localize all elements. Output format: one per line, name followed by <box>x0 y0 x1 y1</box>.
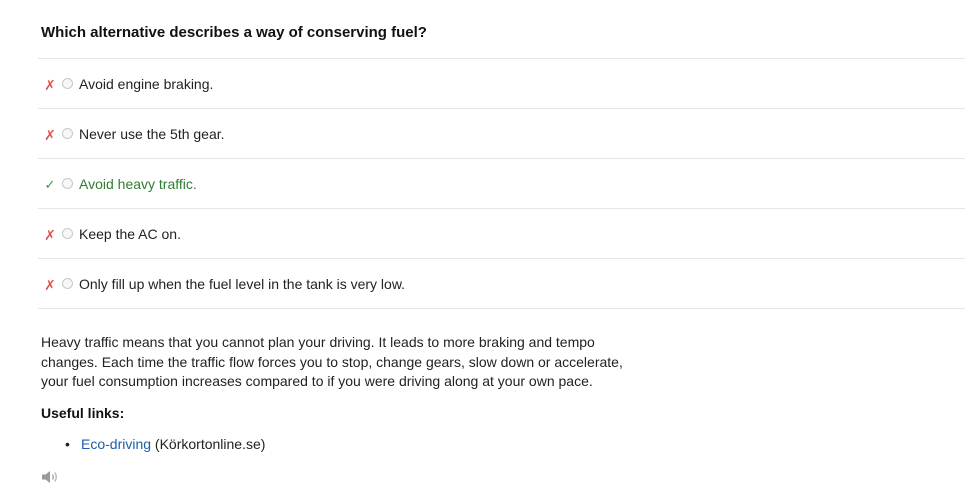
wrong-mark-icon: ✗ <box>44 126 56 143</box>
answer-radio[interactable] <box>62 128 73 139</box>
list-item: • Eco-driving (Körkortonline.se) <box>65 436 266 452</box>
correct-mark-icon: ✓ <box>44 177 56 192</box>
answer-option-text: Avoid engine braking. <box>79 75 214 92</box>
explanation-text: Heavy traffic means that you cannot plan… <box>41 334 623 389</box>
eco-driving-link[interactable]: Eco-driving <box>81 436 151 452</box>
answer-option-text: Keep the AC on. <box>79 225 181 242</box>
answer-option[interactable]: ✗ Never use the 5th gear. <box>38 109 965 159</box>
answer-radio[interactable] <box>62 78 73 89</box>
answer-options: ✗ Avoid engine braking. ✗ Never use the … <box>38 58 965 309</box>
answer-option[interactable]: ✗ Avoid engine braking. <box>38 59 965 109</box>
answer-option[interactable]: ✗ Keep the AC on. <box>38 209 965 259</box>
answer-radio[interactable] <box>62 228 73 239</box>
answer-option-text: Only fill up when the fuel level in the … <box>79 275 406 292</box>
answer-option-text: Never use the 5th gear. <box>79 125 225 142</box>
bullet-icon: • <box>65 436 70 452</box>
answer-option[interactable]: ✗ Only fill up when the fuel level in th… <box>38 259 965 309</box>
useful-links-heading: Useful links: <box>41 405 125 421</box>
answer-option[interactable]: ✓ Avoid heavy traffic. <box>38 159 965 209</box>
question-title: Which alternative describes a way of con… <box>41 24 427 41</box>
useful-links-list: • Eco-driving (Körkortonline.se) <box>41 436 265 452</box>
answer-radio[interactable] <box>62 178 73 189</box>
answer-option-text: Avoid heavy traffic. <box>79 175 197 192</box>
wrong-mark-icon: ✗ <box>44 76 56 93</box>
wrong-mark-icon: ✗ <box>44 226 56 243</box>
wrong-mark-icon: ✗ <box>44 276 56 293</box>
speaker-icon[interactable] <box>40 469 60 485</box>
link-source: (Körkortonline.se) <box>154 436 266 452</box>
answer-radio[interactable] <box>62 278 73 289</box>
